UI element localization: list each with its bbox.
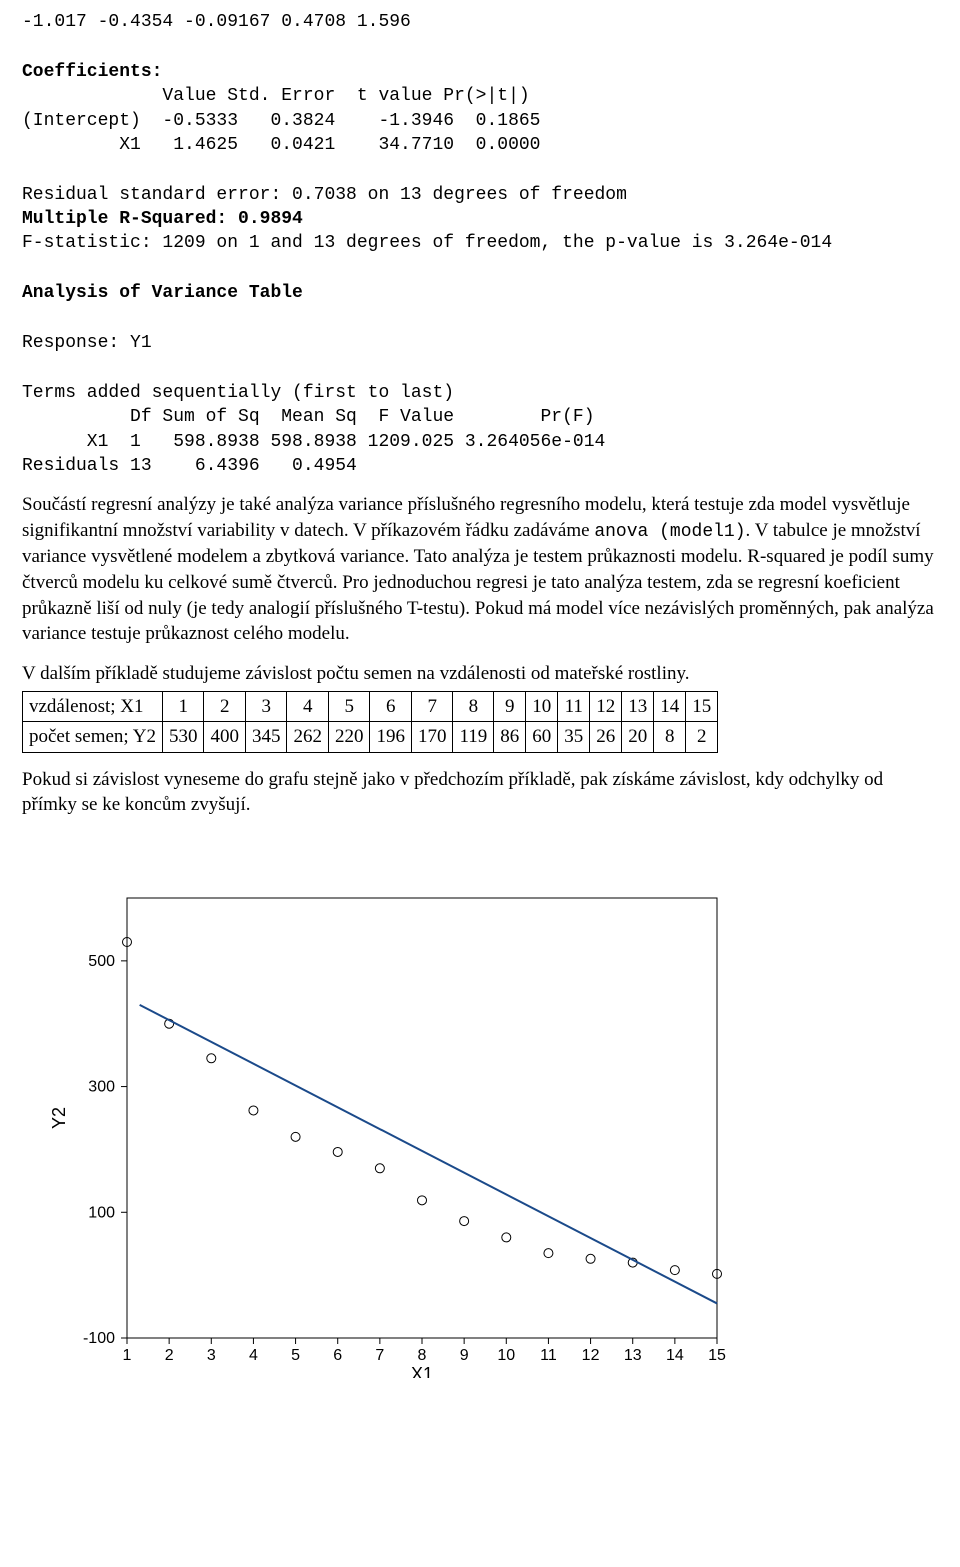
- cell: 400: [204, 722, 246, 753]
- coef-cols: Value Std. Error t value Pr(>|t|): [22, 84, 938, 108]
- coef-row-intercept: (Intercept) -0.5333 0.3824 -1.3946 0.186…: [22, 109, 938, 133]
- cell: 3: [245, 691, 287, 722]
- svg-text:4: 4: [249, 1347, 258, 1364]
- cell: 26: [590, 722, 622, 753]
- svg-text:9: 9: [460, 1347, 469, 1364]
- svg-text:15: 15: [708, 1347, 726, 1364]
- cell: 9: [494, 691, 526, 722]
- anova-cols: Df Sum of Sq Mean Sq F Value Pr(F): [22, 405, 938, 429]
- cell: 35: [558, 722, 590, 753]
- svg-text:300: 300: [88, 1079, 115, 1096]
- para1-code: anova (model1): [594, 522, 745, 542]
- cell: 1: [162, 691, 204, 722]
- svg-text:1: 1: [123, 1347, 132, 1364]
- svg-text:100: 100: [88, 1204, 115, 1221]
- rsq-line: Multiple R-Squared: 0.9894: [22, 207, 938, 231]
- cell: 262: [287, 722, 329, 753]
- svg-text:12: 12: [582, 1347, 600, 1364]
- anova-terms: Terms added sequentially (first to last): [22, 381, 938, 405]
- cell: 7: [411, 691, 453, 722]
- cell: 530: [162, 722, 204, 753]
- cell: 8: [654, 722, 686, 753]
- svg-text:X1: X1: [411, 1364, 433, 1378]
- coef-header: Coefficients:: [22, 60, 938, 84]
- cell: 2: [686, 722, 718, 753]
- svg-text:13: 13: [624, 1347, 642, 1364]
- cell: 119: [453, 722, 494, 753]
- cell: 4: [287, 691, 329, 722]
- cell: 6: [370, 691, 412, 722]
- cell: 2: [204, 691, 246, 722]
- cell: 8: [453, 691, 494, 722]
- svg-text:5: 5: [291, 1347, 300, 1364]
- coef-row-x1: X1 1.4625 0.0421 34.7710 0.0000: [22, 133, 938, 157]
- row-label-y2: počet semen; Y2: [23, 722, 163, 753]
- anova-row-resid: Residuals 13 6.4396 0.4954: [22, 454, 938, 478]
- cell: 11: [558, 691, 590, 722]
- svg-text:7: 7: [375, 1347, 384, 1364]
- cell: 10: [526, 691, 558, 722]
- cell: 13: [622, 691, 654, 722]
- cell: 345: [245, 722, 287, 753]
- cell: 5: [328, 691, 370, 722]
- cell: 14: [654, 691, 686, 722]
- svg-text:2: 2: [165, 1347, 174, 1364]
- cell: 220: [328, 722, 370, 753]
- rse-line: Residual standard error: 0.7038 on 13 de…: [22, 183, 938, 207]
- anova-response: Response: Y1: [22, 331, 938, 355]
- table-row-x1: vzdálenost; X1 1 2 3 4 5 6 7 8 9 10 11 1…: [23, 691, 718, 722]
- cell: 86: [494, 722, 526, 753]
- svg-text:10: 10: [497, 1347, 515, 1364]
- svg-text:8: 8: [418, 1347, 427, 1364]
- svg-text:Y2: Y2: [49, 1107, 69, 1129]
- row-label-x1: vzdálenost; X1: [23, 691, 163, 722]
- anova-header: Analysis of Variance Table: [22, 281, 938, 305]
- quantiles-line: -1.017 -0.4354 -0.09167 0.4708 1.596: [22, 10, 938, 34]
- data-table: vzdálenost; X1 1 2 3 4 5 6 7 8 9 10 11 1…: [22, 691, 718, 753]
- paragraph-next-example: V dalším příkladě studujeme závislost po…: [22, 661, 938, 687]
- fstat-line: F-statistic: 1209 on 1 and 13 degrees of…: [22, 231, 938, 255]
- table-row-y2: počet semen; Y2 530 400 345 262 220 196 …: [23, 722, 718, 753]
- svg-text:-100: -100: [83, 1330, 115, 1347]
- cell: 20: [622, 722, 654, 753]
- scatter-chart: -100100300500123456789101112131415Y2X1: [22, 878, 938, 1378]
- paragraph-after-table: Pokud si závislost vyneseme do grafu ste…: [22, 767, 938, 818]
- svg-text:500: 500: [88, 953, 115, 970]
- svg-text:14: 14: [666, 1347, 684, 1364]
- anova-row-x1: X1 1 598.8938 598.8938 1209.025 3.264056…: [22, 430, 938, 454]
- svg-text:11: 11: [540, 1347, 557, 1364]
- cell: 196: [370, 722, 412, 753]
- cell: 60: [526, 722, 558, 753]
- svg-text:6: 6: [333, 1347, 342, 1364]
- cell: 15: [686, 691, 718, 722]
- paragraph-anova-explain: Součástí regresní analýzy je také analýz…: [22, 492, 938, 647]
- cell: 170: [411, 722, 453, 753]
- cell: 12: [590, 691, 622, 722]
- svg-text:3: 3: [207, 1347, 216, 1364]
